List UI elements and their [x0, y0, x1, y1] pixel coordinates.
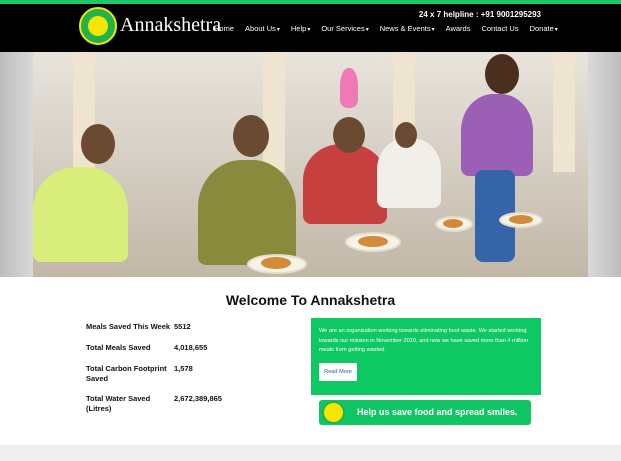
slider-prev-area[interactable]	[0, 52, 33, 277]
stat-label-water: Total Water Saved (Litres)	[86, 394, 151, 413]
site-header: Annakshetra 24 x 7 helpline : +91 900129…	[0, 4, 621, 52]
logo-icon	[322, 401, 345, 424]
brand-name[interactable]: Annakshetra	[120, 14, 221, 37]
stat-value-meals-week: 5512	[174, 322, 191, 331]
helpline-text: 24 x 7 helpline : +91 9001295293	[418, 10, 541, 19]
nav-our-services[interactable]: Our Services▾	[321, 24, 368, 33]
nav-donate[interactable]: Donate▾	[530, 24, 558, 33]
welcome-title: Welcome To Annakshetra	[225, 292, 396, 308]
nav-home[interactable]: Home	[214, 24, 234, 33]
chevron-down-icon: ▾	[554, 27, 558, 33]
banner-text: Help us save food and spread smiles.	[357, 407, 518, 417]
about-text: We are an organization working towards e…	[319, 328, 528, 353]
stat-value-total-meals: 4,018,655	[174, 343, 208, 352]
stat-label-total-meals: Total Meals Saved	[86, 343, 151, 352]
chevron-down-icon: ▾	[431, 27, 435, 33]
nav-about-us[interactable]: About Us▾	[245, 24, 280, 33]
about-panel: We are an organization working towards e…	[311, 318, 541, 395]
nav-help[interactable]: Help▾	[291, 24, 310, 33]
nav-news-events[interactable]: News & Events▾	[380, 24, 435, 33]
stat-value-water: 2,672,389,865	[174, 394, 222, 403]
nav-awards[interactable]: Awards	[446, 24, 471, 33]
footer-strip	[0, 445, 621, 461]
chevron-down-icon: ▾	[307, 27, 311, 33]
hero-photo	[33, 52, 588, 277]
read-more-button[interactable]: Read More	[319, 363, 357, 381]
nav-contact-us[interactable]: Contact Us	[481, 24, 518, 33]
stat-label-carbon: Total Carbon Footprint Saved	[86, 364, 167, 383]
stat-value-carbon: 1,578	[174, 364, 193, 373]
main-nav: Home About Us▾ Help▾ Our Services▾ News …	[214, 24, 558, 33]
chevron-down-icon: ▾	[276, 27, 280, 33]
chevron-down-icon: ▾	[365, 27, 369, 33]
save-food-banner[interactable]: Help us save food and spread smiles.	[319, 400, 531, 425]
slider-next-area[interactable]	[588, 52, 621, 277]
stat-label-meals-week: Meals Saved This Week	[86, 322, 171, 331]
site-logo[interactable]	[79, 7, 117, 45]
